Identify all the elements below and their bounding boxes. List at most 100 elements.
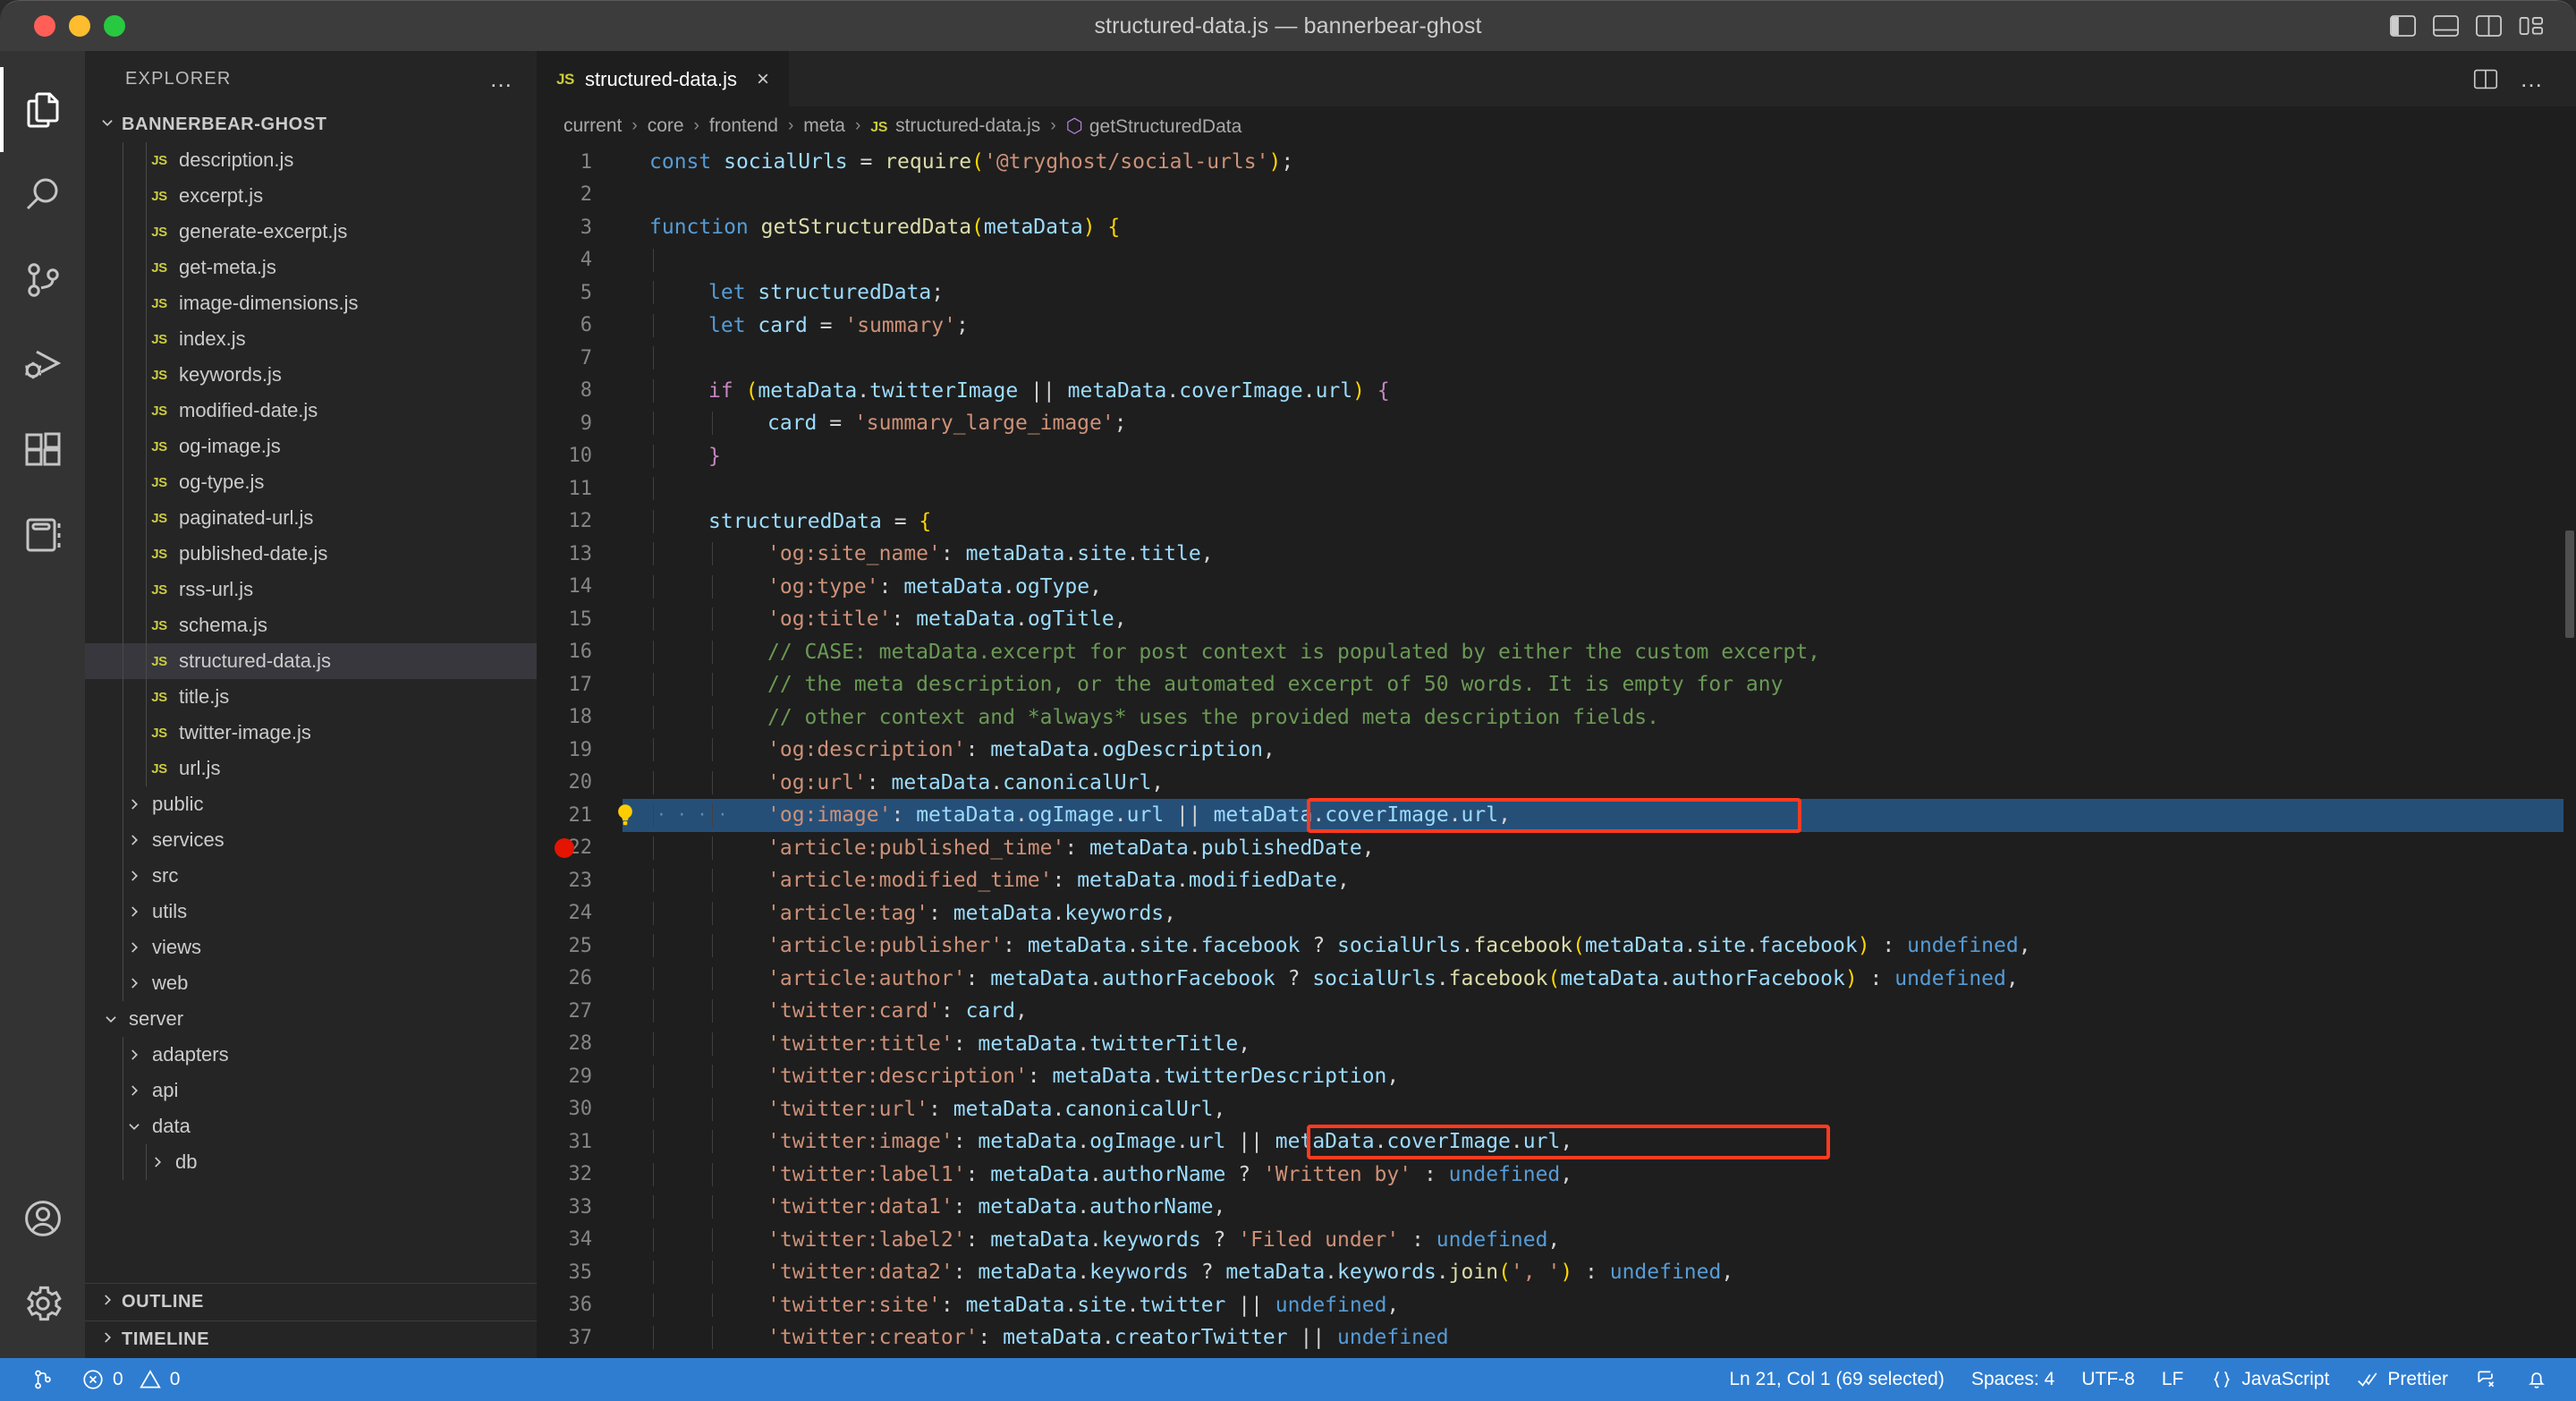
code-line[interactable]: 36'twitter:site': metaData.site.twitter … (537, 1289, 2576, 1322)
tree-file-row[interactable]: JS generate-excerpt.js (85, 214, 537, 250)
tree-file-row[interactable]: JS url.js (85, 751, 537, 786)
status-eol[interactable]: LF (2148, 1369, 2198, 1390)
outline-panel-header[interactable]: OUTLINE (85, 1283, 537, 1320)
tree-folder-row[interactable]: web (85, 965, 537, 1001)
tab-structured-data-js[interactable]: JS structured-data.js × (537, 51, 789, 106)
code-line[interactable]: 20 'og:url': metaData.canonicalUrl, (537, 767, 2576, 800)
status-notifications[interactable] (2512, 1368, 2562, 1391)
status-editor-position[interactable]: Ln 21, Col 1 (69 selected) (1716, 1369, 1957, 1390)
code-line[interactable]: 9 card = 'summary_large_image'; (537, 407, 2576, 440)
code-line[interactable]: 31 'twitter:image': metaData.ogImage.url … (537, 1125, 2576, 1159)
tree-file-row[interactable]: JS modified-date.js (85, 393, 537, 429)
code-line[interactable]: 11 (537, 472, 2576, 505)
status-indentation[interactable]: Spaces: 4 (1958, 1369, 2068, 1390)
breadcrumb-item-structured-data-js[interactable]: JS structured-data.js (870, 115, 1040, 137)
code-line[interactable]: 34 'twitter:label2': metaData.keywords ? … (537, 1224, 2576, 1257)
breadcrumb-item-frontend[interactable]: frontend (709, 115, 778, 137)
code-line[interactable]: 37 'twitter:creator': metaData.creatorTwi… (537, 1321, 2576, 1354)
code-line[interactable]: 4 (537, 244, 2576, 277)
code-line[interactable]: 8 if (metaData.twitterImage || metaData.c… (537, 375, 2576, 408)
timeline-panel-header[interactable]: TIMELINE (85, 1320, 537, 1358)
editor-scrollbar[interactable] (2563, 146, 2576, 1358)
code-line[interactable]: 38}; (537, 1354, 2576, 1359)
code-line[interactable]: 32 'twitter:label1': metaData.authorName … (537, 1159, 2576, 1192)
code-line[interactable]: 29 'twitter:description': metaData.twitte… (537, 1060, 2576, 1093)
code-line[interactable]: 30 'twitter:url': metaData.canonicalUrl, (537, 1093, 2576, 1126)
customize-layout-icon[interactable] (2518, 14, 2546, 38)
activity-settings[interactable] (0, 1261, 85, 1346)
split-editor-icon[interactable] (2473, 68, 2498, 90)
status-remote-window[interactable] (18, 1368, 68, 1391)
tree-folder-row[interactable]: adapters (85, 1037, 537, 1073)
code-editor[interactable]: 1 const socialUrls = require('@tryghost/s… (537, 146, 2576, 1358)
toggle-secondary-sidebar-icon[interactable] (2475, 14, 2503, 38)
status-language-mode[interactable]: JavaScript (2197, 1368, 2343, 1391)
tree-file-row[interactable]: JS rss-url.js (85, 572, 537, 607)
breakpoint-marker[interactable] (555, 837, 574, 858)
tree-folder-row[interactable]: db (85, 1144, 537, 1180)
tree-file-row[interactable]: JS title.js (85, 679, 537, 715)
status-problems[interactable]: 0 0 (68, 1368, 193, 1391)
close-window-button[interactable] (34, 15, 55, 37)
activity-run-and-debug[interactable] (0, 322, 85, 407)
maximize-window-button[interactable] (104, 15, 125, 37)
tree-file-row[interactable]: JS paginated-url.js (85, 500, 537, 536)
minimize-window-button[interactable] (69, 15, 90, 37)
code-line[interactable]: 10} (537, 440, 2576, 473)
code-line[interactable]: 24 'article:tag': metaData.keywords, (537, 897, 2576, 930)
tree-folder-row[interactable]: utils (85, 894, 537, 930)
more-actions-icon[interactable]: … (2520, 67, 2546, 90)
activity-explorer[interactable] (0, 67, 85, 152)
code-line[interactable]: 14 'og:type': metaData.ogType, (537, 571, 2576, 604)
file-tree[interactable]: JS description.js JS excerpt.js JS generate-e… (85, 142, 537, 1283)
tree-folder-row[interactable]: server (85, 1001, 537, 1037)
tree-file-row[interactable]: JS schema.js (85, 607, 537, 643)
code-line[interactable]: 26'article:author': metaData.authorFaceb… (537, 963, 2576, 996)
lightbulb-icon[interactable] (612, 802, 639, 828)
breadcrumb-item-current[interactable]: current (564, 115, 622, 137)
activity-source-control[interactable] (0, 237, 85, 322)
tree-file-row[interactable]: JS published-date.js (85, 536, 537, 572)
tree-folder-row[interactable]: api (85, 1073, 537, 1108)
code-line[interactable]: 23 'article:modified_time': metaData.modi… (537, 864, 2576, 897)
code-line[interactable]: 17 // the meta description, or the automa… (537, 668, 2576, 701)
scrollbar-thumb[interactable] (2565, 531, 2574, 638)
code-line[interactable]: 15 'og:title': metaData.ogTitle, (537, 603, 2576, 636)
toggle-panel-icon[interactable] (2432, 14, 2460, 38)
activity-extensions[interactable] (0, 407, 85, 492)
status-feedback[interactable] (2462, 1368, 2512, 1391)
tree-folder-row[interactable]: src (85, 858, 537, 894)
breadcrumb-item-getstructureddata[interactable]: ⬡ getStructuredData (1066, 115, 1242, 138)
tree-folder-row[interactable]: services (85, 822, 537, 858)
code-line[interactable]: 35'twitter:data2': metaData.keywords ? m… (537, 1256, 2576, 1289)
activity-accounts[interactable] (0, 1176, 85, 1261)
status-prettier[interactable]: Prettier (2343, 1368, 2462, 1391)
tree-file-row[interactable]: JS get-meta.js (85, 250, 537, 285)
sidebar-more-actions-button[interactable]: … (489, 67, 515, 90)
tree-file-row[interactable]: JS excerpt.js (85, 178, 537, 214)
code-line[interactable]: 28 'twitter:title': metaData.twitterTitle… (537, 1028, 2576, 1061)
project-root-row[interactable]: BANNERBEAR-GHOST (85, 106, 537, 142)
code-line[interactable]: 21'og:image': metaData.ogImage.url || me… (537, 799, 2576, 832)
tree-file-row[interactable]: JS index.js (85, 321, 537, 357)
tree-folder-row[interactable]: views (85, 930, 537, 965)
code-line[interactable]: 19 'og:description': metaData.ogDescripti… (537, 734, 2576, 767)
activity-search[interactable] (0, 152, 85, 237)
tree-file-row[interactable]: JS twitter-image.js (85, 715, 537, 751)
tree-file-row[interactable]: JS description.js (85, 142, 537, 178)
code-line[interactable]: 7 (537, 342, 2576, 375)
code-line[interactable]: 16 // CASE: metaData.excerpt for post con… (537, 636, 2576, 669)
tree-file-row[interactable]: JS image-dimensions.js (85, 285, 537, 321)
code-line[interactable]: 25'article:publisher': metaData.site.fac… (537, 930, 2576, 963)
tree-file-row[interactable]: JS og-type.js (85, 464, 537, 500)
code-line[interactable]: 1 const socialUrls = require('@tryghost/s… (537, 146, 2576, 179)
code-line[interactable]: 6 let card = 'summary'; (537, 310, 2576, 343)
tree-folder-row[interactable]: data (85, 1108, 537, 1144)
tree-folder-row[interactable]: public (85, 786, 537, 822)
code-line[interactable]: 18 // other context and *always* uses the… (537, 701, 2576, 734)
code-line[interactable]: 3 function getStructuredData(metaData) { (537, 211, 2576, 244)
code-line[interactable]: 5 let structuredData; (537, 276, 2576, 310)
code-line[interactable]: 12 structuredData = { (537, 505, 2576, 539)
code-line[interactable]: 27 'twitter:card': card, (537, 995, 2576, 1028)
activity-database[interactable] (0, 492, 85, 577)
